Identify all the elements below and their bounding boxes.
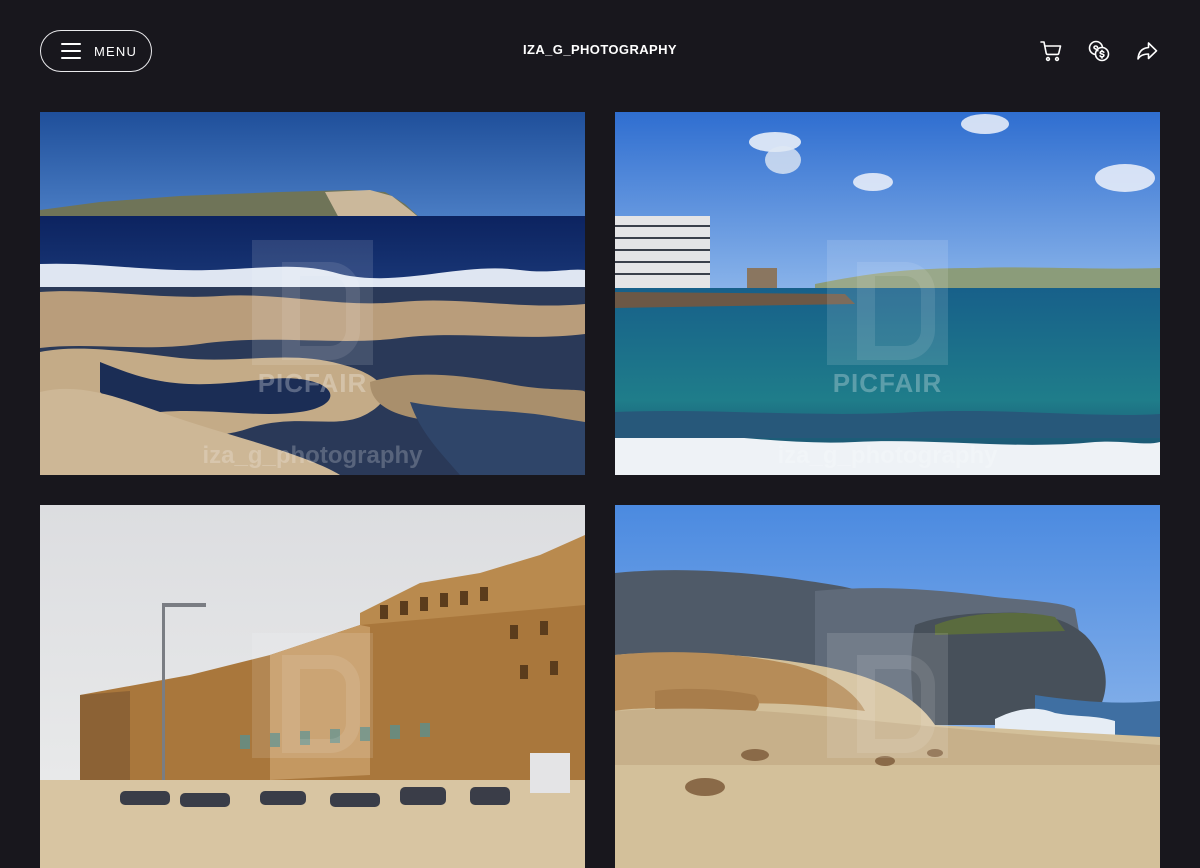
photo-tile[interactable]: PICFAIR iza_g_photography xyxy=(40,112,585,475)
menu-label: MENU xyxy=(94,43,138,59)
photo-sea-hotel xyxy=(615,112,1160,475)
menu-button[interactable]: MENU xyxy=(40,30,152,72)
photo-tile[interactable] xyxy=(40,505,585,868)
photo-tile[interactable] xyxy=(615,505,1160,868)
photo-tile[interactable]: PICFAIR iza_g_photography xyxy=(615,112,1160,475)
cart-icon[interactable] xyxy=(1038,38,1064,64)
menu-icon xyxy=(61,43,81,59)
photo-cliffs-shore xyxy=(615,505,1160,868)
photo-bastion-buildings xyxy=(40,505,585,868)
site-title[interactable]: IZA_G_PHOTOGRAPHY xyxy=(400,42,800,57)
photo-coastline-rocks xyxy=(40,112,585,475)
top-bar: MENU IZA_G_PHOTOGRAPHY xyxy=(0,0,1200,100)
share-icon[interactable] xyxy=(1134,38,1160,64)
header-actions xyxy=(1038,38,1160,64)
currency-icon[interactable] xyxy=(1086,38,1112,64)
